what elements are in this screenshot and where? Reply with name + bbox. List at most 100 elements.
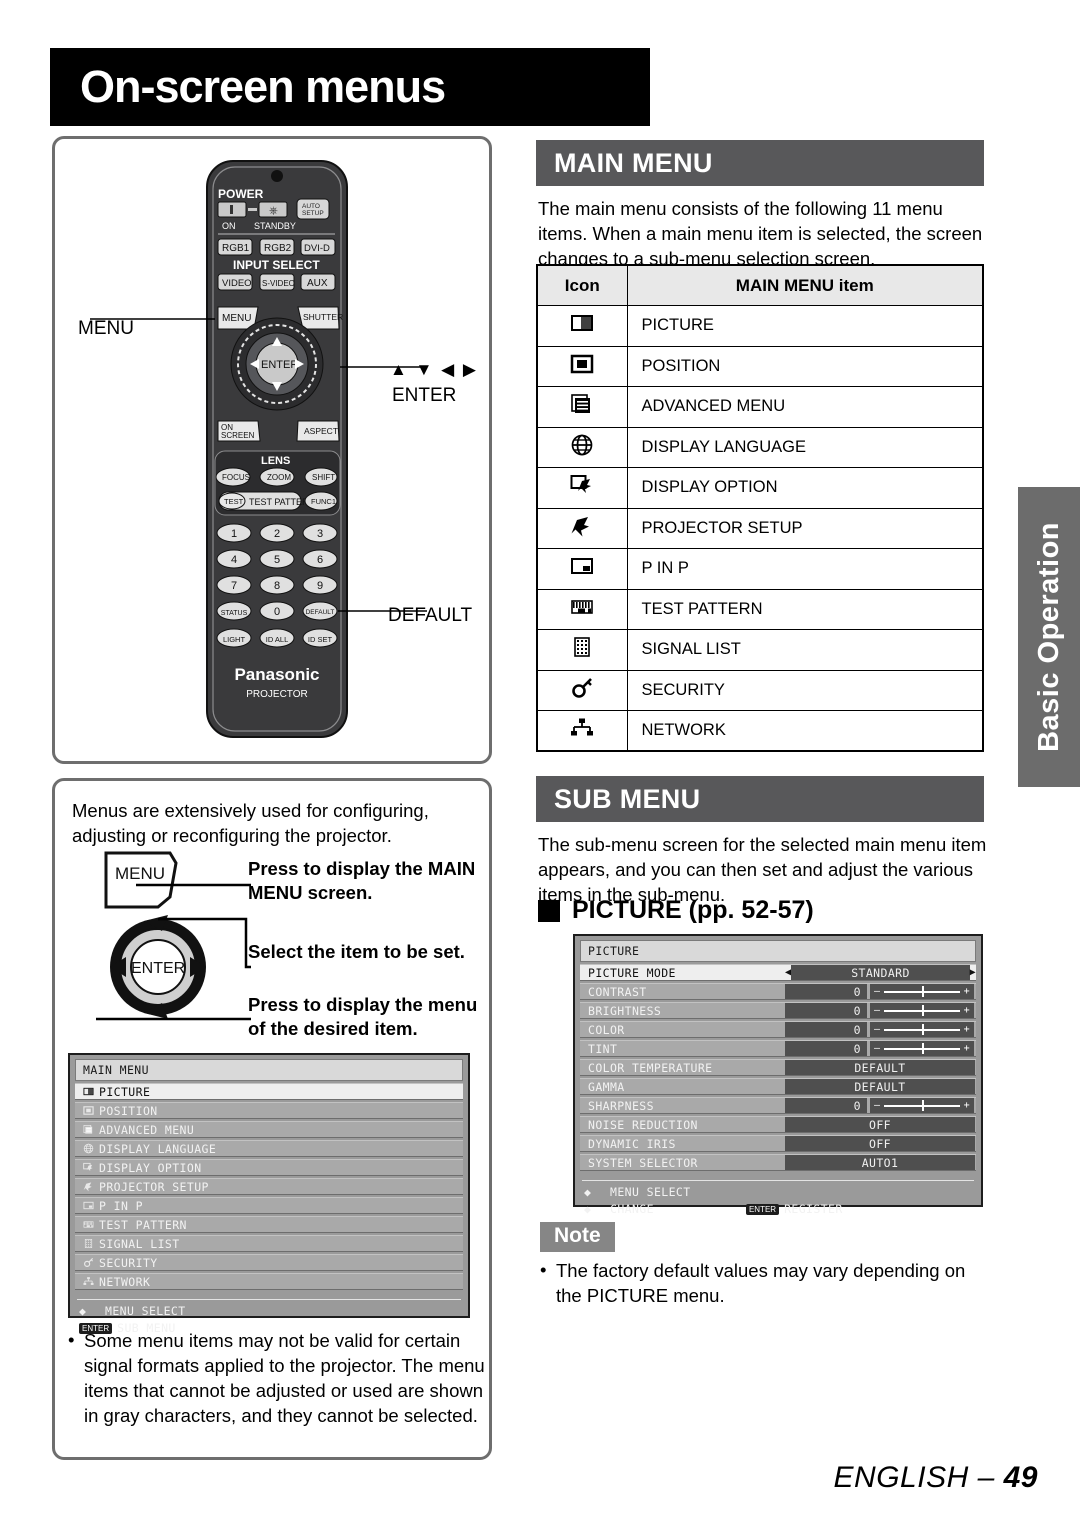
- callout-arrow-keys-label: ▲ ▼ ◀ ▶: [390, 360, 478, 379]
- osd-divider: [582, 1180, 974, 1181]
- table-cell-menu-item: PICTURE: [626, 305, 984, 347]
- table-row: ADVANCED MENU: [536, 386, 984, 428]
- svg-text:LIGHT: LIGHT: [223, 635, 246, 644]
- page-footer: ENGLISH – 49: [834, 1461, 1038, 1495]
- svg-text:INPUT SELECT: INPUT SELECT: [233, 258, 320, 272]
- osd-picture-row-slider[interactable]: – +: [870, 984, 974, 999]
- svg-text:ENTER: ENTER: [261, 359, 298, 371]
- osd-picture-row[interactable]: COLOR 0– +: [580, 1021, 976, 1038]
- table-row: PROJECTOR SETUP: [536, 507, 984, 549]
- osd-picture-row-value: DEFAULT: [785, 1060, 975, 1075]
- svg-text:9: 9: [317, 580, 323, 592]
- osd-main-menu-item[interactable]: DISPLAY OPTION: [75, 1159, 463, 1176]
- remote-illustration-panel: POWER ⎈ AUTO SETUP ON STANDBY RGB1 RGB2 …: [52, 136, 492, 764]
- osd-main-menu-item[interactable]: DISPLAY LANGUAGE: [75, 1140, 463, 1157]
- osd-picture-mode-row[interactable]: PICTURE MODE ◀ STANDARD ▶: [580, 964, 976, 981]
- osd-main-menu-item[interactable]: TEST PATTERN: [75, 1216, 463, 1233]
- osd-picture-mode-label: PICTURE MODE: [588, 965, 676, 980]
- test-pattern-icon: [536, 588, 628, 630]
- svg-text:⎈: ⎈: [269, 205, 278, 217]
- osd-picture-mode-value: STANDARD: [791, 965, 970, 980]
- osd-main-menu-item-label: SECURITY: [99, 1255, 158, 1270]
- svg-text:LENS: LENS: [261, 455, 290, 467]
- osd-main-menu-screenshot: MAIN MENU PICTURE POSITION ADVANCED MENU DI…: [68, 1053, 470, 1335]
- main-menu-paragraph: The main menu consists of the following …: [538, 198, 983, 269]
- table-header-item: MAIN MENU item: [626, 264, 984, 306]
- osd-main-menu-item[interactable]: NETWORK: [75, 1273, 463, 1290]
- osd-main-menu-item-list: PICTURE POSITION ADVANCED MENU DISPLAY LANG…: [75, 1083, 463, 1290]
- table-row: DISPLAY OPTION: [536, 467, 984, 509]
- table-cell-menu-item: ADVANCED MENU: [626, 386, 984, 428]
- osd-picture-row[interactable]: CONTRAST 0– +: [580, 983, 976, 1000]
- svg-text:RGB2: RGB2: [264, 243, 292, 254]
- svg-text:SCREEN: SCREEN: [221, 431, 255, 440]
- osd-picture-row-value: 0: [785, 1041, 867, 1056]
- sub-menu-section-header: SUB MENU: [536, 776, 984, 822]
- osd-picture-row-label: COLOR: [588, 1022, 625, 1037]
- osd-main-menu-item[interactable]: PROJECTOR SETUP: [75, 1178, 463, 1195]
- svg-text:STANDBY: STANDBY: [254, 221, 296, 231]
- main-menu-section-title: MAIN MENU: [554, 147, 713, 178]
- osd-picture-row-value: 0: [785, 1022, 867, 1037]
- svg-text:3: 3: [317, 528, 323, 540]
- callout-default-label: DEFAULT: [388, 605, 473, 626]
- svg-text:1: 1: [231, 528, 237, 540]
- osd-picture-row[interactable]: COLOR TEMPERATURE DEFAULT: [580, 1059, 976, 1076]
- key-icon: [81, 1257, 96, 1268]
- osd-main-menu-item-label: ADVANCED MENU: [99, 1122, 195, 1137]
- osd-picture-row[interactable]: GAMMA DEFAULT: [580, 1078, 976, 1095]
- osd-main-menu-item[interactable]: ADVANCED MENU: [75, 1121, 463, 1138]
- svg-text:0: 0: [274, 606, 280, 618]
- osd-picture-row[interactable]: SHARPNESS 0– +: [580, 1097, 976, 1114]
- svg-text:ON: ON: [222, 221, 236, 231]
- right-arrow-icon[interactable]: ▶: [970, 967, 976, 978]
- svg-text:RGB1: RGB1: [222, 243, 250, 254]
- osd-picture-row-slider[interactable]: – +: [870, 1003, 974, 1018]
- osd-picture-row-slider[interactable]: – +: [870, 1098, 974, 1113]
- osd-picture-row[interactable]: NOISE REDUCTION OFF: [580, 1116, 976, 1133]
- osd-picture-change-hint: ◆ CHANGE ENTER REGISTER: [580, 1202, 976, 1216]
- osd-picture-screenshot: PICTURE PICTURE MODE ◀ STANDARD ▶ CONTRA…: [573, 934, 983, 1216]
- picture-icon: [536, 305, 628, 347]
- svg-text:SETUP: SETUP: [302, 210, 324, 217]
- flow-step-2-label: Select the item to be set.: [248, 941, 465, 962]
- osd-main-menu-item[interactable]: POSITION: [75, 1102, 463, 1119]
- osd-main-menu-item-label: POSITION: [99, 1103, 158, 1118]
- osd-picture-row-slider[interactable]: – +: [870, 1022, 974, 1037]
- note-badge: Note: [540, 1222, 615, 1252]
- osd-picture-row[interactable]: TINT 0– +: [580, 1040, 976, 1057]
- display-option-icon: [81, 1162, 96, 1173]
- osd-main-menu-item[interactable]: P IN P: [75, 1197, 463, 1214]
- osd-picture-row-label: SHARPNESS: [588, 1098, 654, 1113]
- network-icon: [81, 1276, 96, 1287]
- osd-picture-row[interactable]: SYSTEM SELECTOR AUTO1: [580, 1154, 976, 1171]
- svg-text:ASPECT: ASPECT: [304, 426, 338, 436]
- table-row: SECURITY: [536, 669, 984, 711]
- globe-icon: [81, 1143, 96, 1154]
- osd-picture-row-slider[interactable]: – +: [870, 1041, 974, 1056]
- picture-icon: [81, 1086, 96, 1097]
- osd-main-menu-title: MAIN MENU: [75, 1059, 463, 1081]
- chapter-side-tab-label: Basic Operation: [1032, 522, 1065, 752]
- table-cell-menu-item: SIGNAL LIST: [626, 629, 984, 671]
- osd-picture-change-label: CHANGE: [610, 1202, 654, 1216]
- osd-picture-row-label: TINT: [588, 1041, 618, 1056]
- table-cell-menu-item: TEST PATTERN: [626, 588, 984, 630]
- projector-setup-icon: [81, 1181, 96, 1192]
- network-icon: [536, 710, 628, 752]
- osd-picture-row[interactable]: DYNAMIC IRIS OFF: [580, 1135, 976, 1152]
- osd-main-menu-item[interactable]: SECURITY: [75, 1254, 463, 1271]
- advanced-menu-icon: [81, 1124, 96, 1135]
- osd-picture-enter-label: REGISTER: [784, 1202, 843, 1216]
- footer-page-number: 49: [1003, 1461, 1038, 1494]
- osd-picture-row[interactable]: BRIGHTNESS 0– +: [580, 1002, 976, 1019]
- page-title-banner: On-screen menus: [50, 48, 650, 126]
- osd-main-menu-select-hint: ◆ MENU SELECT: [75, 1304, 463, 1318]
- svg-text:DVI-D: DVI-D: [304, 243, 330, 254]
- svg-text:STATUS: STATUS: [221, 610, 248, 617]
- svg-text:Panasonic: Panasonic: [234, 665, 319, 684]
- osd-main-menu-item[interactable]: PICTURE: [75, 1083, 463, 1100]
- osd-main-menu-item[interactable]: SIGNAL LIST: [75, 1235, 463, 1252]
- svg-text:VIDEO: VIDEO: [222, 278, 252, 289]
- flow-menu-key-text: MENU: [115, 864, 165, 883]
